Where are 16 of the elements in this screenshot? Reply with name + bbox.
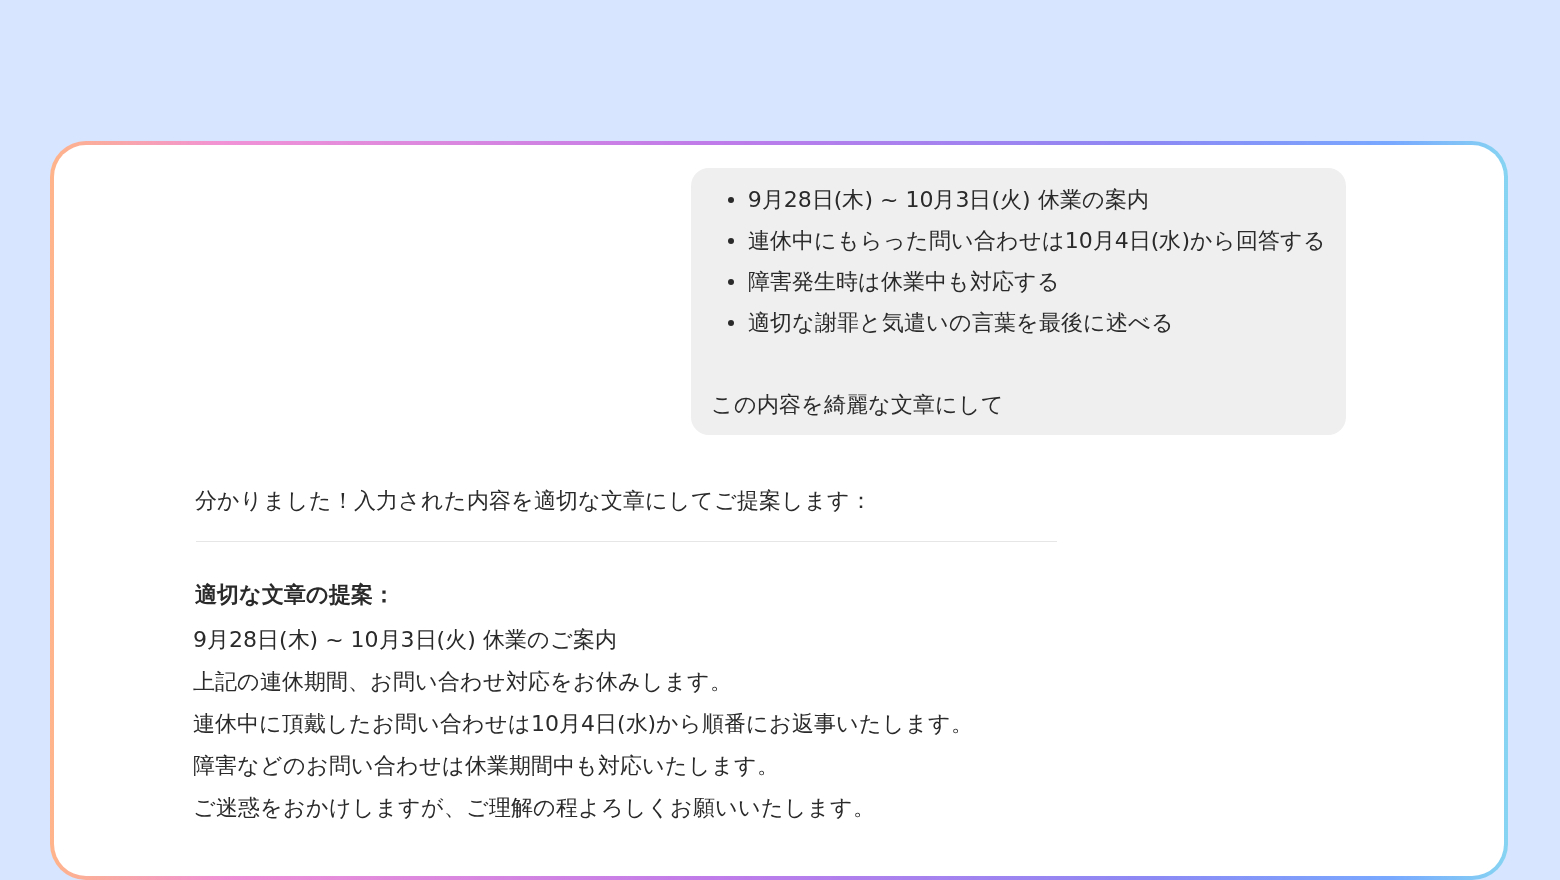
reply-intro-text: 分かりました！入力された内容を適切な文章にしてご提案します：	[195, 487, 873, 515]
proposal-line: 9月28日(木) ~ 10月3日(火) 休業のご案内	[193, 626, 618, 654]
bullet-text: 9月28日(木) ~ 10月3日(火) 休業の案内	[747, 186, 1149, 214]
proposal-line: 障害などのお問い合わせは休業期間中も対応いたします。	[193, 752, 780, 780]
proposal-line: 上記の連休期間、お問い合わせ対応をお休みします。	[193, 668, 733, 696]
bullet-icon	[727, 278, 734, 285]
request-text: この内容を綺麗な文章にして	[710, 391, 1005, 419]
bullet-text: 連休中にもらった問い合わせは10月4日(水)から回答する	[747, 227, 1326, 255]
bullet-text: 適切な謝罪と気遣いの言葉を最後に述べる	[747, 309, 1174, 337]
bullet-text: 障害発生時は休業中も対応する	[747, 268, 1060, 296]
bullet-icon	[727, 196, 734, 203]
proposal-line: ご迷惑をおかけしますが、ご理解の程よろしくお願いいたします。	[193, 794, 876, 822]
bullet-icon	[727, 319, 734, 326]
proposal-line: 連休中に頂戴したお問い合わせは10月4日(水)から順番にお返事いたします。	[193, 710, 975, 738]
bullet-icon	[727, 237, 734, 244]
proposal-heading: 適切な文章の提案：	[195, 581, 396, 609]
